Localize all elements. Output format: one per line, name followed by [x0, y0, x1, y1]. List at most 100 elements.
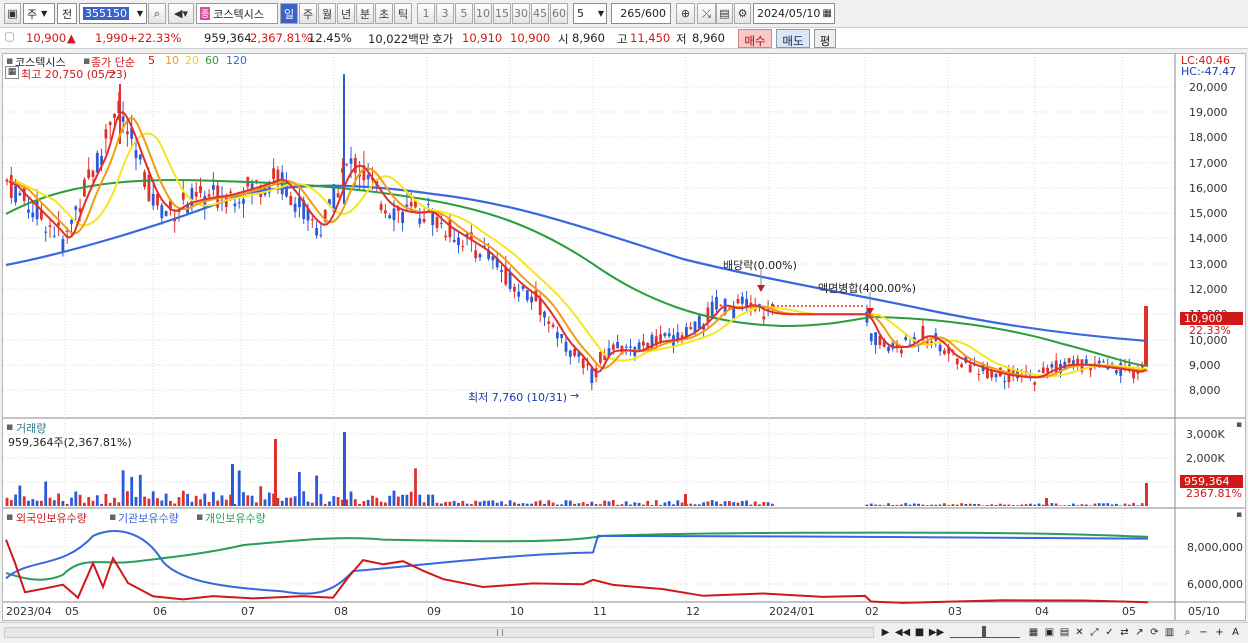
market-select[interactable]: 주 ▼ [23, 3, 55, 24]
grid-icon[interactable]: ▤ [1057, 625, 1072, 640]
gear-icon[interactable]: ⚙ [734, 3, 751, 24]
volume-bar [508, 500, 512, 506]
price-change-pct: +22.33% [128, 31, 182, 45]
x-axis-label: 10 [510, 605, 524, 618]
candle-body [310, 219, 314, 221]
date-input[interactable]: 2024/05/10 ▦ [753, 3, 835, 24]
trend-icon[interactable]: ↗ [1132, 625, 1147, 640]
volume-bar [977, 504, 981, 506]
volume-bar [100, 503, 103, 506]
candle-body [736, 299, 740, 304]
volume-bar [478, 501, 482, 506]
measure-icon[interactable]: ⤢ [1087, 625, 1102, 640]
refresh-icon[interactable]: ⟳ [1147, 625, 1162, 640]
panel-close-icon[interactable]: ▪ [1236, 510, 1242, 520]
interval-button[interactable]: 10 [474, 3, 492, 24]
candle-body [27, 209, 30, 213]
interval-select[interactable]: 5 ▼ [573, 3, 607, 24]
candle-body [1084, 359, 1088, 365]
panel-close-icon[interactable]: ▪ [1236, 420, 1242, 430]
speaker-icon[interactable]: ◀▾ [168, 3, 194, 24]
period-button[interactable]: 분 [356, 3, 374, 24]
zoom-slider-handle[interactable] [982, 626, 986, 638]
candle-body [624, 346, 628, 348]
drawing-tool-icon[interactable]: ⤯ [697, 3, 716, 24]
candle-body [233, 203, 237, 207]
volume-bar [457, 502, 460, 506]
compare-icon[interactable]: ⇄ [1117, 625, 1132, 640]
candle-body [289, 195, 293, 206]
candle-body [1033, 382, 1037, 385]
interval-button[interactable]: 15 [493, 3, 511, 24]
crosshair-icon[interactable]: ✕ [1072, 625, 1087, 640]
candle-body [1037, 370, 1041, 372]
price-y-tick: 20,000 [1189, 81, 1228, 94]
volume-bar [895, 504, 899, 506]
volume-bar [310, 502, 314, 506]
period-button[interactable]: 월 [318, 3, 336, 24]
chart-canvas[interactable] [3, 54, 1245, 620]
volume-bar [697, 504, 701, 506]
interval-button[interactable]: 3 [436, 3, 454, 24]
count-input[interactable]: 265/600 [611, 3, 671, 24]
stock-code-input[interactable]: 355150 ▼ [79, 3, 147, 24]
info-expand-icon[interactable]: ▢ [4, 29, 15, 43]
interval-button[interactable]: 1 [417, 3, 435, 24]
interval-button[interactable]: 60 [550, 3, 568, 24]
search-icon[interactable]: ⌕ [148, 3, 166, 24]
tile-icon[interactable]: ▥ [1162, 625, 1177, 640]
volume-bar [887, 503, 890, 506]
scroll-grip-icon[interactable] [497, 629, 503, 636]
candle-body [388, 215, 392, 219]
chart-area[interactable]: ▪ 코스텍시스 ▪ 종가 단순 5 10 20 60 120 ▦ 최고 20,7… [2, 53, 1246, 621]
interval-button[interactable]: 30 [512, 3, 530, 24]
interval-button[interactable]: 45 [531, 3, 549, 24]
volume-bar [212, 491, 215, 506]
volume-bar [517, 503, 521, 506]
date-value: 2024/05/10 [757, 7, 821, 20]
period-button[interactable]: 년 [337, 3, 355, 24]
price-y-tick: 14,000 [1189, 232, 1228, 245]
chevron-down-icon: ▼ [136, 9, 143, 18]
volume-bar [474, 500, 478, 506]
pin-icon[interactable]: ✓ [1102, 625, 1117, 640]
zoom-out-icon[interactable]: − [1196, 625, 1211, 640]
candle-body [336, 193, 340, 198]
volume-bar [117, 502, 121, 506]
panel-marker-icon: ▪ [196, 510, 204, 523]
interval-button[interactable]: 5 [455, 3, 473, 24]
calendar-icon[interactable]: ▦ [823, 8, 832, 19]
period-button[interactable]: 일 [280, 3, 298, 24]
volume-bar [904, 503, 908, 506]
gang-badge: 종 [200, 7, 211, 20]
rewind-icon[interactable]: ◀◀ [895, 625, 910, 640]
chart-type-icon[interactable]: ▦ [1026, 625, 1041, 640]
save-icon[interactable]: ▤ [716, 3, 733, 24]
horizontal-scrollbar[interactable] [4, 627, 874, 638]
price-y-tick: 18,000 [1189, 131, 1228, 144]
calculator-icon[interactable]: ▦ [5, 66, 19, 79]
play-icon[interactable]: ▶ [878, 625, 893, 640]
volume-bar [1029, 503, 1032, 506]
period-button[interactable]: 주 [299, 3, 317, 24]
sell-button[interactable]: 매도 [776, 29, 810, 48]
zoom-in-icon[interactable]: + [1212, 625, 1227, 640]
prev-button[interactable]: 전 [57, 3, 77, 24]
current-pct-tag: 22.33% [1189, 324, 1231, 337]
magnifier-icon[interactable]: ⌕ [1180, 625, 1195, 640]
eval-button[interactable]: 평 [814, 29, 836, 48]
zoom-slider[interactable] [950, 626, 1020, 638]
chart-add-icon[interactable]: ⊕ [676, 3, 695, 24]
window-menu-icon[interactable]: ▣ [4, 3, 21, 24]
period-button[interactable]: 틱 [394, 3, 412, 24]
stop-icon[interactable]: ■ [912, 625, 927, 640]
font-size-icon[interactable]: A [1228, 625, 1243, 640]
x-axis-label: 2024/01 [769, 605, 815, 618]
volume-bar [392, 490, 396, 506]
layout-icon[interactable]: ▣ [1042, 625, 1057, 640]
buy-button[interactable]: 매수 [738, 29, 772, 48]
volume-bar [121, 470, 125, 506]
volume-bar [375, 497, 379, 506]
fast-forward-icon[interactable]: ▶▶ [929, 625, 944, 640]
period-button[interactable]: 초 [375, 3, 393, 24]
